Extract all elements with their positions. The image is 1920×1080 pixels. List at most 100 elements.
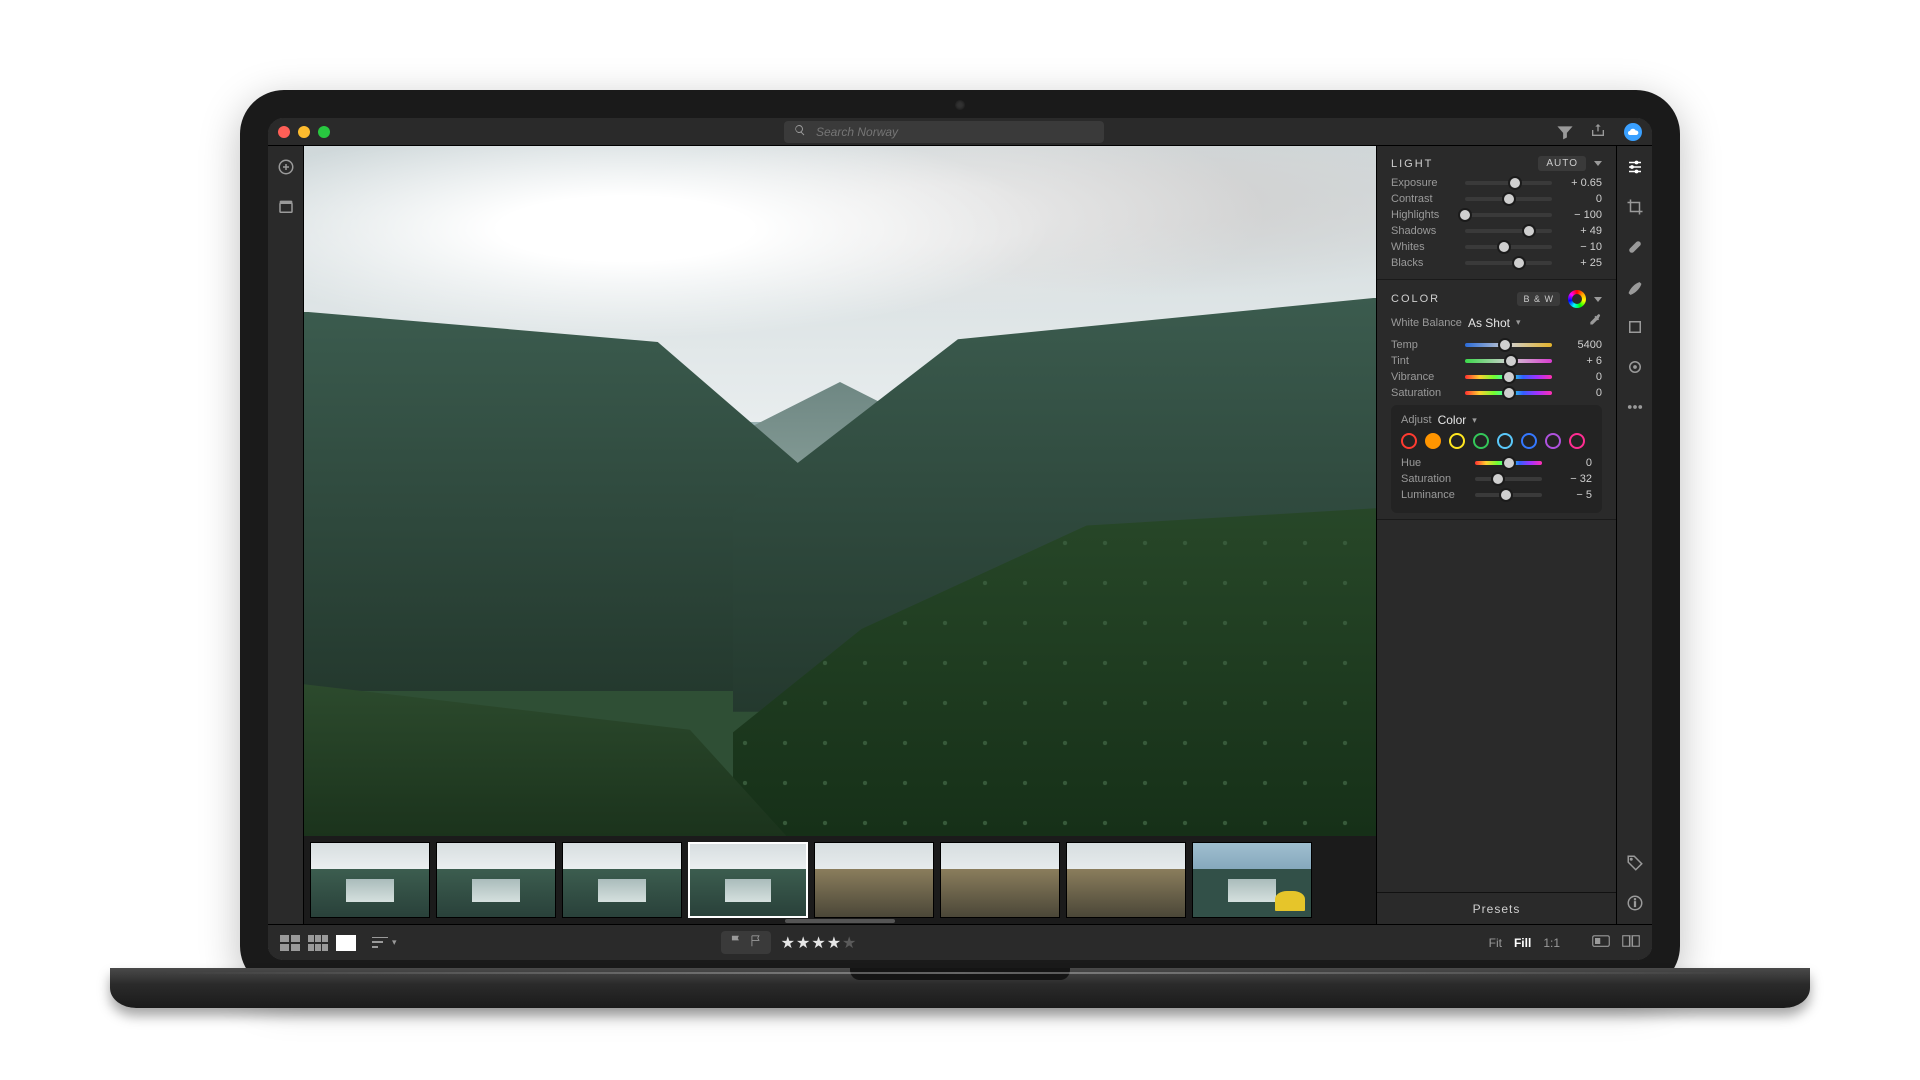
healing-tool-icon[interactable] bbox=[1624, 236, 1646, 258]
fullscreen-window-button[interactable] bbox=[318, 126, 330, 138]
color-swatch[interactable] bbox=[1497, 433, 1513, 449]
more-tools-icon[interactable] bbox=[1624, 396, 1646, 418]
star-5[interactable]: ★ bbox=[842, 933, 856, 953]
slider-exposure[interactable]: Exposure+ 0.65 bbox=[1391, 177, 1602, 189]
color-swatch[interactable] bbox=[1401, 433, 1417, 449]
star-4[interactable]: ★ bbox=[827, 933, 841, 953]
brush-tool-icon[interactable] bbox=[1624, 276, 1646, 298]
slider-knob[interactable] bbox=[1502, 456, 1516, 470]
filmstrip-thumb[interactable] bbox=[940, 842, 1060, 918]
photo-grid-view-icon[interactable] bbox=[280, 935, 300, 951]
adjust-mode[interactable]: Color bbox=[1438, 413, 1467, 427]
slider-highlights[interactable]: Highlights− 100 bbox=[1391, 209, 1602, 221]
compare-view-icon[interactable] bbox=[1622, 934, 1640, 951]
add-photos-button[interactable] bbox=[275, 156, 297, 178]
filmstrip-thumb[interactable] bbox=[1192, 842, 1312, 918]
color-swatch[interactable] bbox=[1545, 433, 1561, 449]
auto-button[interactable]: AUTO bbox=[1538, 156, 1586, 171]
slider-whites[interactable]: Whites− 10 bbox=[1391, 241, 1602, 253]
color-swatch[interactable] bbox=[1473, 433, 1489, 449]
filmstrip-scrollbar[interactable] bbox=[785, 919, 895, 923]
filmstrip-thumb[interactable] bbox=[436, 842, 556, 918]
cloud-sync-status-icon[interactable] bbox=[1624, 123, 1642, 141]
slider-track[interactable] bbox=[1475, 493, 1542, 497]
slider-track[interactable] bbox=[1475, 461, 1542, 465]
detail-view-icon[interactable] bbox=[336, 935, 356, 951]
eyedropper-icon[interactable] bbox=[1588, 314, 1602, 331]
flag-pick-icon[interactable] bbox=[729, 934, 743, 951]
filmstrip-thumb[interactable] bbox=[310, 842, 430, 918]
slider-knob[interactable] bbox=[1497, 240, 1511, 254]
info-icon[interactable] bbox=[1624, 892, 1646, 914]
crop-tool-icon[interactable] bbox=[1624, 196, 1646, 218]
filter-button[interactable] bbox=[1554, 121, 1576, 143]
slider-temp[interactable]: Temp5400 bbox=[1391, 339, 1602, 351]
search-input[interactable] bbox=[814, 124, 1094, 140]
slider-track[interactable] bbox=[1465, 391, 1552, 395]
slider-track[interactable] bbox=[1465, 197, 1552, 201]
linear-gradient-tool-icon[interactable] bbox=[1624, 316, 1646, 338]
slider-track[interactable] bbox=[1465, 181, 1552, 185]
zoom-fill[interactable]: Fill bbox=[1514, 936, 1531, 950]
filmstrip-thumb[interactable] bbox=[814, 842, 934, 918]
slider-knob[interactable] bbox=[1458, 208, 1472, 222]
slider-track[interactable] bbox=[1465, 213, 1552, 217]
slider-blacks[interactable]: Blacks+ 25 bbox=[1391, 257, 1602, 269]
color-swatch[interactable] bbox=[1425, 433, 1441, 449]
slider-knob[interactable] bbox=[1498, 338, 1512, 352]
color-swatch[interactable] bbox=[1569, 433, 1585, 449]
star-1[interactable]: ★ bbox=[781, 933, 795, 953]
white-balance-value[interactable]: As Shot bbox=[1468, 316, 1510, 330]
slider-knob[interactable] bbox=[1502, 386, 1516, 400]
zoom-fit[interactable]: Fit bbox=[1489, 936, 1502, 950]
slider-knob[interactable] bbox=[1502, 192, 1516, 206]
color-swatch[interactable] bbox=[1521, 433, 1537, 449]
slider-track[interactable] bbox=[1465, 359, 1552, 363]
slider-knob[interactable] bbox=[1491, 472, 1505, 486]
color-collapse-toggle[interactable] bbox=[1594, 297, 1602, 302]
close-window-button[interactable] bbox=[278, 126, 290, 138]
star-3[interactable]: ★ bbox=[811, 933, 825, 953]
slider-vibrance[interactable]: Vibrance0 bbox=[1391, 371, 1602, 383]
slider-tint[interactable]: Tint+ 6 bbox=[1391, 355, 1602, 367]
zoom-1to1[interactable]: 1:1 bbox=[1543, 936, 1560, 950]
presets-button[interactable]: Presets bbox=[1377, 892, 1616, 924]
show-original-icon[interactable] bbox=[1592, 934, 1610, 951]
slider-shadows[interactable]: Shadows+ 49 bbox=[1391, 225, 1602, 237]
rating-stars[interactable]: ★★★★★ bbox=[781, 933, 857, 953]
light-collapse-toggle[interactable] bbox=[1594, 161, 1602, 166]
slider-knob[interactable] bbox=[1522, 224, 1536, 238]
square-grid-view-icon[interactable] bbox=[308, 935, 328, 951]
radial-gradient-tool-icon[interactable] bbox=[1624, 356, 1646, 378]
star-2[interactable]: ★ bbox=[796, 933, 810, 953]
filmstrip-thumb[interactable] bbox=[1066, 842, 1186, 918]
adjust-dropdown-icon[interactable]: ▾ bbox=[1472, 415, 1477, 426]
slider-luminance[interactable]: Luminance− 5 bbox=[1401, 489, 1592, 501]
filmstrip-thumb[interactable] bbox=[688, 842, 808, 918]
sort-button[interactable]: ▾ bbox=[372, 937, 397, 949]
share-icon[interactable] bbox=[1590, 122, 1606, 141]
slider-track[interactable] bbox=[1475, 477, 1542, 481]
my-photos-button[interactable] bbox=[275, 196, 297, 218]
slider-knob[interactable] bbox=[1499, 488, 1513, 502]
slider-saturation[interactable]: Saturation− 32 bbox=[1401, 473, 1592, 485]
filmstrip[interactable] bbox=[304, 836, 1376, 924]
slider-knob[interactable] bbox=[1502, 370, 1516, 384]
slider-track[interactable] bbox=[1465, 261, 1552, 265]
bw-toggle[interactable]: B & W bbox=[1517, 292, 1560, 306]
minimize-window-button[interactable] bbox=[298, 126, 310, 138]
slider-saturation[interactable]: Saturation0 bbox=[1391, 387, 1602, 399]
slider-knob[interactable] bbox=[1504, 354, 1518, 368]
color-mixer-icon[interactable] bbox=[1568, 290, 1586, 308]
slider-track[interactable] bbox=[1465, 245, 1552, 249]
slider-track[interactable] bbox=[1465, 343, 1552, 347]
slider-hue[interactable]: Hue0 bbox=[1401, 457, 1592, 469]
slider-contrast[interactable]: Contrast0 bbox=[1391, 193, 1602, 205]
photo-canvas[interactable] bbox=[304, 146, 1376, 836]
flag-reject-icon[interactable] bbox=[749, 934, 763, 951]
white-balance-dropdown-icon[interactable]: ▾ bbox=[1516, 317, 1521, 328]
keywords-tag-icon[interactable] bbox=[1624, 852, 1646, 874]
color-swatch[interactable] bbox=[1449, 433, 1465, 449]
flag-controls[interactable] bbox=[721, 931, 771, 954]
slider-knob[interactable] bbox=[1508, 176, 1522, 190]
